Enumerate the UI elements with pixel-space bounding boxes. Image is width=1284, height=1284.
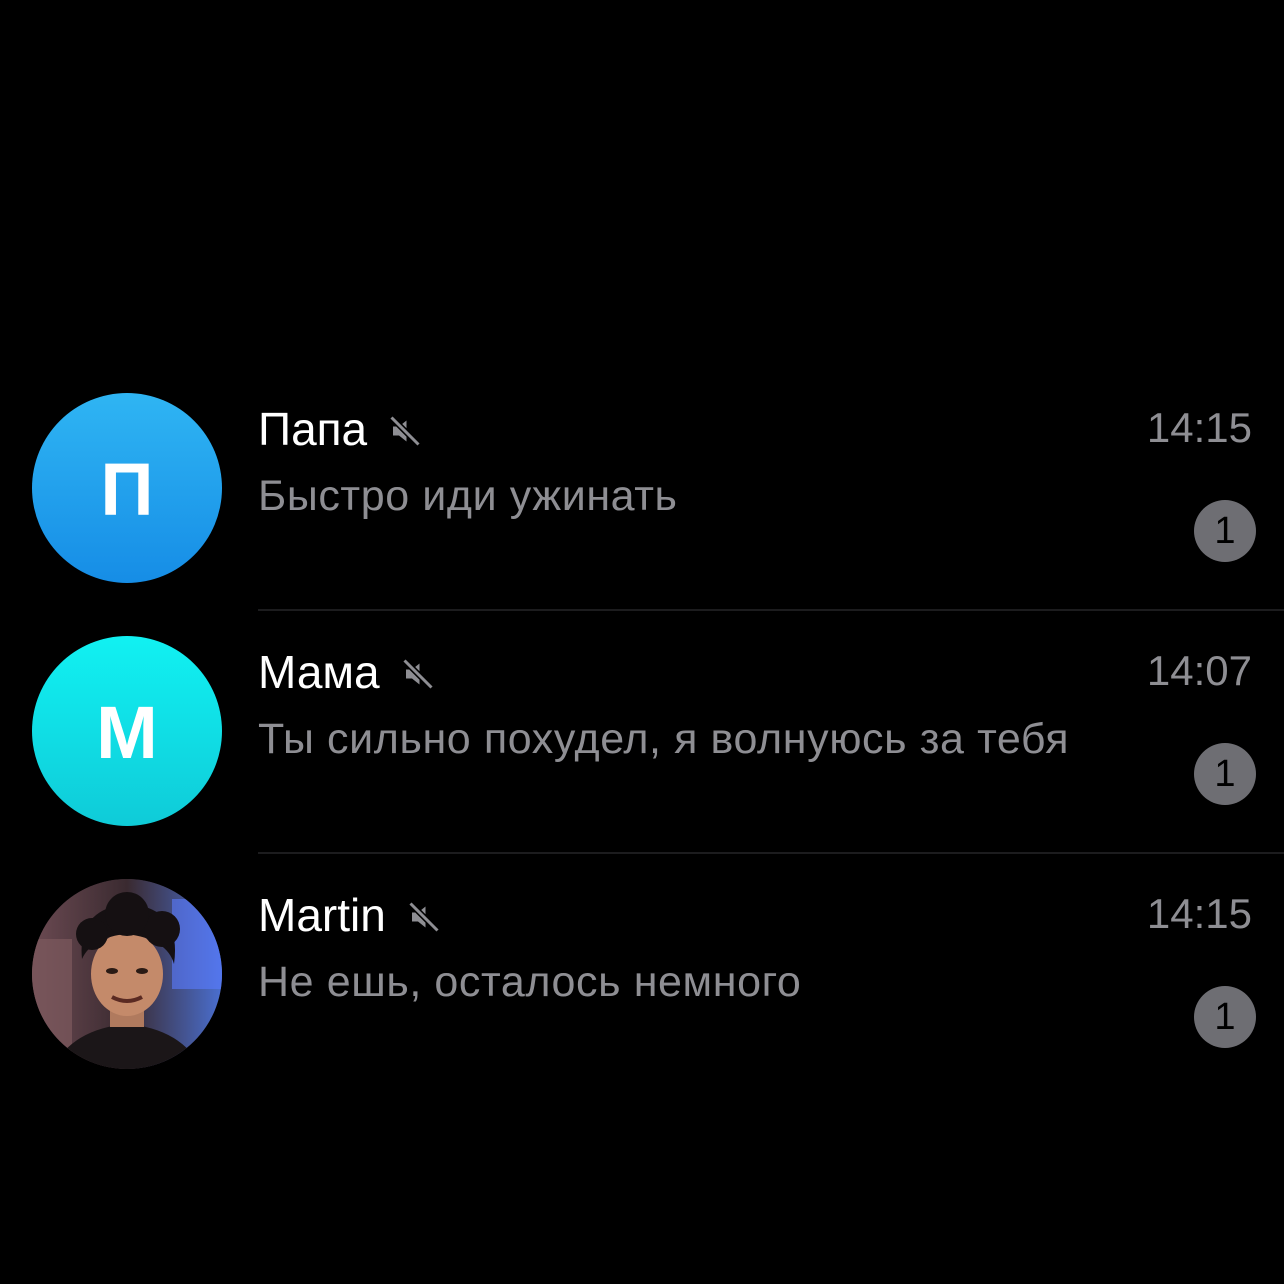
chat-row-mama[interactable]: М Мама 14:07 Ты сильно похудел, я волную…	[0, 611, 1284, 854]
chat-preview: Быстро иди ужинать	[258, 472, 678, 520]
chat-time: 14:15	[1146, 890, 1252, 937]
unread-badge: 1	[1194, 500, 1256, 562]
avatar-letter: М	[96, 691, 158, 774]
chat-name-label: Martin	[258, 889, 386, 941]
chat-preview: Ты сильно похудел, я волнуюсь за тебя	[258, 715, 1070, 763]
avatar-letter: П	[100, 448, 154, 531]
chat-row-martin[interactable]: Martin 14:15 Не ешь, осталось немного 1	[0, 854, 1284, 1097]
chat-name: Мама	[258, 645, 436, 699]
chat-name-label: Папа	[258, 403, 368, 455]
muted-speaker-icon	[389, 415, 421, 447]
chat-list: П Папа 14:15 Быстро иди ужинать 1 М Мама	[0, 368, 1284, 1097]
muted-speaker-icon	[408, 901, 440, 933]
muted-speaker-icon	[402, 658, 434, 690]
chat-row-papa[interactable]: П Папа 14:15 Быстро иди ужинать 1	[0, 368, 1284, 611]
avatar: П	[32, 393, 222, 583]
chat-preview: Не ешь, осталось немного	[258, 958, 802, 1006]
chat-time: 14:15	[1146, 404, 1252, 451]
unread-badge: 1	[1194, 743, 1256, 805]
avatar: М	[32, 636, 222, 826]
person-photo-icon	[32, 879, 222, 1069]
chat-name-label: Мама	[258, 646, 380, 698]
avatar-photo	[32, 879, 222, 1069]
chat-name: Папа	[258, 402, 423, 456]
chat-time: 14:07	[1146, 647, 1252, 694]
chat-name: Martin	[258, 888, 442, 942]
unread-badge: 1	[1194, 986, 1256, 1048]
